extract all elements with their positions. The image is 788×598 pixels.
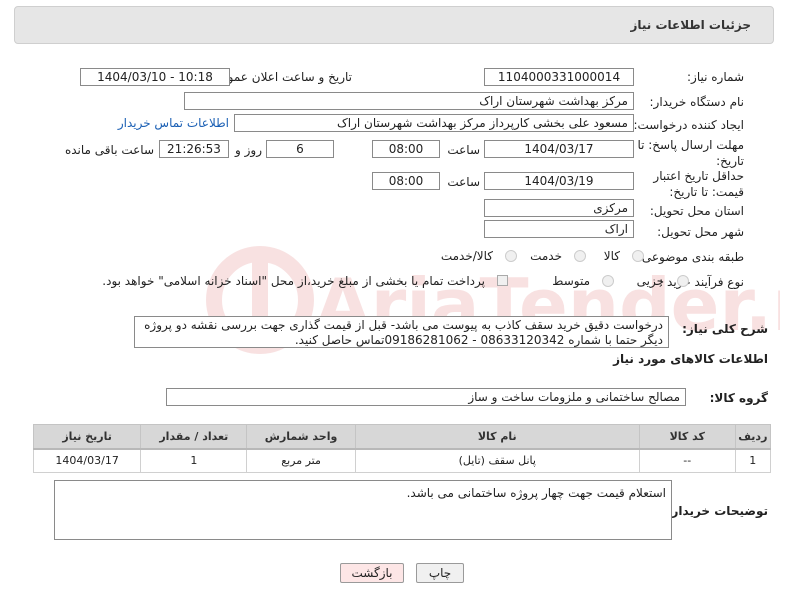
creator-field: مسعود علی بخشی کارپرداز مرکز بهداشت شهرس… xyxy=(234,114,634,132)
cell-row: 1 xyxy=(734,448,772,473)
days-remaining-field: 6 xyxy=(266,140,334,158)
validity-time-field: 08:00 xyxy=(372,172,440,190)
cell-code: -- xyxy=(638,448,736,473)
validity-date-field: 1404/03/19 xyxy=(484,172,634,190)
buyer-notes-label: توضیحات خریدار: xyxy=(666,504,768,518)
deadline-time-label: ساعت xyxy=(447,143,480,157)
announce-field: 1404/03/10 - 10:18 xyxy=(80,68,230,86)
category-option-goods-service: کالا/خدمت xyxy=(440,249,493,263)
deadline-date-field: 1404/03/17 xyxy=(484,140,634,158)
need-number-label: شماره نیاز: xyxy=(687,70,744,84)
city-field: اراک xyxy=(484,220,634,238)
col-unit: واحد شمارش xyxy=(246,424,356,450)
validity-time-label: ساعت xyxy=(447,175,480,189)
col-code: کد کالا xyxy=(638,424,736,450)
category-label: طبقه بندی موضوعی: xyxy=(637,250,744,264)
table-row: 1 -- پانل سقف (تایل) متر مربع 1 1404/03/… xyxy=(32,448,772,473)
goods-group-field: مصالح ساختمانی و ملزومات ساخت و ساز xyxy=(166,388,686,406)
process-radio-medium[interactable] xyxy=(602,275,614,287)
col-name: نام کالا xyxy=(354,424,640,450)
page-title: جزئیات اطلاعات نیاز xyxy=(630,18,751,32)
need-number-field: 1104000331000014 xyxy=(484,68,634,86)
province-field: مرکزی xyxy=(484,199,634,217)
description-label: شرح کلی نیاز: xyxy=(682,322,768,336)
col-row: ردیف xyxy=(734,424,772,450)
description-field: درخواست دقیق خرید سقف کاذب به پیوست می ب… xyxy=(134,316,669,348)
cell-qty: 1 xyxy=(140,448,248,473)
creator-label: ایجاد کننده درخواست: xyxy=(633,118,744,132)
goods-group-label: گروه کالا: xyxy=(709,391,768,405)
category-radio-goods[interactable] xyxy=(632,250,644,262)
province-label: استان محل تحویل: xyxy=(649,204,744,218)
remaining-time-label: ساعت باقی مانده xyxy=(64,143,154,157)
process-option-minor: جزیی xyxy=(636,274,664,288)
buyer-label: نام دستگاه خریدار: xyxy=(649,95,745,109)
treasury-checkbox[interactable] xyxy=(497,275,508,286)
deadline-label: مهلت ارسال پاسخ: تا تاریخ: xyxy=(637,138,744,168)
col-date: تاریخ نیاز xyxy=(32,424,142,450)
days-label: روز و xyxy=(235,143,262,157)
contact-info-link[interactable]: اطلاعات تماس خریدار xyxy=(118,116,229,130)
category-option-goods: کالا xyxy=(603,249,620,263)
process-label: نوع فرآیند خرید : xyxy=(659,275,744,289)
category-option-service: خدمت xyxy=(530,249,562,263)
process-option-medium: متوسط xyxy=(552,274,590,288)
validity-label: حداقل تاریخ اعتبار قیمت: تا تاریخ: xyxy=(653,169,744,199)
cell-unit: متر مربع xyxy=(246,448,356,473)
payment-note: پرداخت تمام یا بخشی از مبلغ خرید،از محل … xyxy=(102,274,485,288)
buyer-field: مرکز بهداشت شهرستان اراک xyxy=(184,92,634,110)
print-button[interactable]: چاپ xyxy=(416,563,464,583)
back-button[interactable]: بازگشت xyxy=(340,563,404,583)
process-radio-minor[interactable] xyxy=(677,275,689,287)
deadline-time-field: 08:00 xyxy=(372,140,440,158)
goods-section-title: اطلاعات کالاهای مورد نیاز xyxy=(613,352,768,366)
category-radio-goods-service[interactable] xyxy=(505,250,517,262)
cell-date: 1404/03/17 xyxy=(32,448,142,473)
city-label: شهر محل تحویل: xyxy=(657,225,744,239)
category-radio-service[interactable] xyxy=(574,250,586,262)
cell-name: پانل سقف (تایل) xyxy=(354,448,640,473)
buyer-notes-field: استعلام قیمت جهت چهار پروژه ساختمانی می … xyxy=(54,480,672,540)
remaining-time-field: 21:26:53 xyxy=(159,140,229,158)
goods-table: ردیف کد کالا نام کالا واحد شمارش تعداد /… xyxy=(32,424,772,473)
col-qty: تعداد / مقدار xyxy=(140,424,248,450)
page-header: جزئیات اطلاعات نیاز xyxy=(14,6,774,44)
